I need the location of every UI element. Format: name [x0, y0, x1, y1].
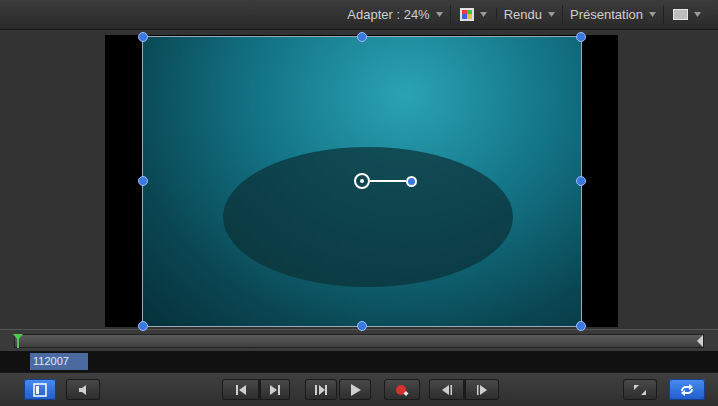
speaker-icon	[75, 383, 91, 397]
record-icon	[394, 383, 410, 397]
selection-handle[interactable]	[576, 321, 586, 331]
out-point-icon[interactable]	[697, 335, 703, 347]
color-dropdown[interactable]	[451, 8, 497, 21]
audio-button[interactable]	[66, 379, 100, 400]
canvas-window: Adapter : 24% RenduPrésentation 112007	[0, 0, 718, 406]
selection-handle[interactable]	[138, 321, 148, 331]
transport-bar	[0, 372, 718, 406]
fullscreen-button[interactable]	[623, 379, 657, 400]
loop-icon	[679, 383, 695, 397]
layers-panel-icon	[32, 383, 48, 397]
selection-handle[interactable]	[576, 32, 586, 42]
play-range-button[interactable]	[305, 379, 337, 400]
loop-button[interactable]	[669, 379, 705, 400]
toolbar-dropdown[interactable]: Rendu	[497, 5, 563, 25]
next-frame-button[interactable]	[464, 379, 499, 400]
go-to-end-icon	[267, 383, 283, 397]
toolbar-dropdown[interactable]: Présentation	[563, 5, 664, 25]
dropdown-arrow-icon	[436, 12, 443, 17]
layers-button[interactable]	[24, 379, 56, 400]
mini-timeline[interactable]	[0, 329, 718, 351]
play-button[interactable]	[339, 379, 371, 400]
end-button[interactable]	[259, 379, 290, 400]
selection-handle[interactable]	[357, 321, 367, 331]
canvas-toolbar: Adapter : 24% RenduPrésentation	[0, 0, 718, 30]
image-layer[interactable]	[143, 37, 581, 326]
record-button[interactable]	[384, 379, 420, 400]
canvas	[0, 30, 718, 329]
selection-handle[interactable]	[357, 32, 367, 42]
prev-frame-button[interactable]	[429, 379, 464, 400]
dropdown-arrow-icon	[480, 12, 487, 17]
dropdown-arrow-icon	[548, 12, 555, 17]
previous-frame-icon	[439, 383, 455, 397]
dropdown-arrow-icon	[649, 12, 656, 17]
anchor-point[interactable]	[354, 173, 417, 189]
timecode-field[interactable]: 112007	[30, 353, 88, 370]
window-layout-icon	[673, 9, 688, 20]
go-to-start-icon	[233, 383, 249, 397]
selection-handle[interactable]	[576, 176, 586, 186]
start-button[interactable]	[222, 379, 259, 400]
play-icon	[347, 383, 363, 397]
timecode-bar: 112007	[0, 351, 718, 372]
next-frame-icon	[474, 383, 490, 397]
selection-handle[interactable]	[138, 176, 148, 186]
frame	[105, 35, 618, 327]
fullscreen-icon	[632, 383, 648, 397]
playhead-icon[interactable]	[13, 334, 23, 348]
toolbar-dropdown[interactable]: Adapter : 24%	[340, 5, 450, 25]
play-range-icon	[313, 383, 329, 397]
hull-shape	[223, 147, 513, 287]
selection-handle[interactable]	[138, 32, 148, 42]
layout-dropdown[interactable]	[664, 9, 710, 20]
dropdown-arrow-icon	[694, 12, 701, 17]
color-channels-icon	[460, 8, 474, 21]
